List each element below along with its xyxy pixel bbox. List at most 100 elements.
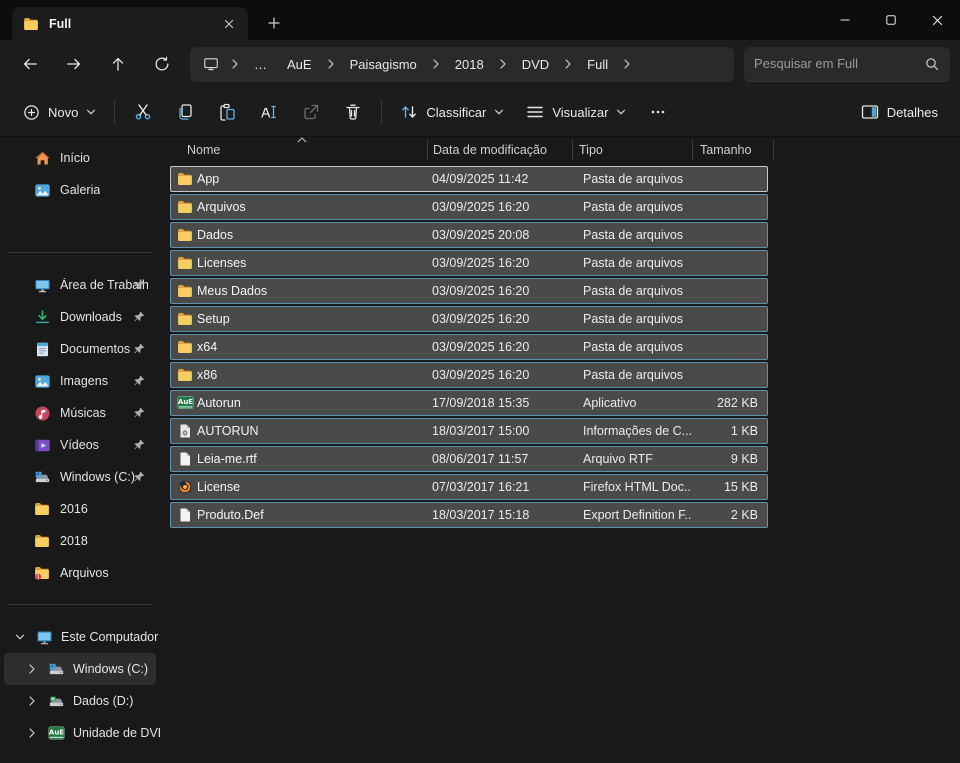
file-name: AUTORUN — [197, 424, 428, 438]
file-size: 9 KB — [692, 452, 767, 466]
drive-data-icon — [48, 693, 65, 710]
view-lines-icon — [525, 102, 545, 122]
new-button[interactable]: Novo — [12, 94, 107, 130]
file-row-arquivos[interactable]: Arquivos 03/09/2025 16:20 Pasta de arqui… — [170, 194, 768, 220]
sidebar-item-galeria[interactable]: Galeria — [3, 174, 157, 206]
file-row-autorun[interactable]: AUTORUN 18/03/2017 15:00 Informações de … — [170, 418, 768, 444]
pin-icon — [132, 374, 146, 388]
sidebar-item-videos[interactable]: Vídeos — [3, 429, 157, 461]
gallery-icon — [34, 182, 51, 199]
sidebar-item-downloads[interactable]: Downloads — [3, 301, 157, 333]
back-button[interactable] — [8, 46, 52, 82]
tree-chevron-icon[interactable] — [26, 727, 38, 739]
plus-icon — [267, 16, 281, 30]
copy-button[interactable] — [164, 94, 206, 130]
column-divider[interactable] — [692, 140, 693, 160]
column-divider[interactable] — [773, 140, 774, 160]
tree-chevron-icon[interactable] — [26, 663, 38, 675]
sidebar-item-musicas[interactable]: Músicas — [3, 397, 157, 429]
up-button[interactable] — [96, 46, 140, 82]
minimize-button[interactable] — [822, 0, 868, 40]
folder-icon — [177, 339, 193, 355]
file-row-x86[interactable]: x86 03/09/2025 16:20 Pasta de arquivos — [170, 362, 768, 388]
ellipsis-icon — [648, 102, 668, 122]
pin-icon — [132, 278, 146, 292]
pin-icon — [132, 310, 146, 324]
sidebar-item-2016[interactable]: 2016 — [3, 493, 157, 525]
file-name: Leia-me.rtf — [197, 452, 428, 466]
delete-button[interactable] — [332, 94, 374, 130]
pin-icon — [132, 342, 146, 356]
file-name: License — [197, 480, 428, 494]
tree-item-este-computador[interactable]: Este Computador — [4, 621, 156, 653]
tree-chevron-icon[interactable] — [14, 631, 26, 643]
sidebar-item-arquivos[interactable]: Arquivos — [3, 557, 157, 589]
tab-close-button[interactable] — [216, 12, 242, 36]
sidebar-item-2018[interactable]: 2018 — [3, 525, 157, 557]
pin-icon — [132, 470, 146, 484]
file-date: 17/09/2018 15:35 — [428, 396, 574, 410]
file-row-app[interactable]: App 04/09/2025 11:42 Pasta de arquivos — [170, 166, 768, 192]
column-header-data[interactable]: Data de modificação — [433, 143, 547, 157]
chevron-right-icon — [621, 58, 633, 70]
breadcrumb-ellipsis[interactable]: … — [244, 50, 277, 78]
close-button[interactable] — [914, 0, 960, 40]
file-row-produto-def[interactable]: Produto.Def 18/03/2017 15:18 Export Defi… — [170, 502, 768, 528]
column-divider[interactable] — [572, 140, 573, 160]
breadcrumb-this-pc[interactable] — [196, 50, 226, 78]
tree-chevron-icon[interactable] — [26, 695, 38, 707]
cut-button[interactable] — [122, 94, 164, 130]
tree-item-unidade-de-dvd[interactable]: AuE Unidade de DVD — [4, 717, 156, 749]
refresh-button[interactable] — [140, 46, 184, 82]
forward-button[interactable] — [52, 46, 96, 82]
file-row-x64[interactable]: x64 03/09/2025 16:20 Pasta de arquivos — [170, 334, 768, 360]
column-header-tipo[interactable]: Tipo — [579, 143, 603, 157]
aue-app-icon: AuE — [177, 395, 193, 411]
file-name: Setup — [197, 312, 428, 326]
file-row-autorun[interactable]: AuE Autorun 17/09/2018 15:35 Aplicativo … — [170, 390, 768, 416]
folder-icon — [177, 255, 193, 271]
sort-button[interactable]: Classificar — [389, 94, 515, 130]
inf-file-icon — [177, 423, 193, 439]
file-type: Export Definition F... — [574, 508, 692, 522]
sidebar-item-area-de-trabalh[interactable]: Área de Trabalh — [3, 269, 157, 301]
svg-text:AuE: AuE — [178, 398, 193, 406]
paste-button[interactable] — [206, 94, 248, 130]
rename-button[interactable] — [248, 94, 290, 130]
sidebar-item-inicio[interactable]: Início — [3, 142, 157, 174]
share-button[interactable] — [290, 94, 332, 130]
file-row-licenses[interactable]: Licenses 03/09/2025 16:20 Pasta de arqui… — [170, 250, 768, 276]
view-button[interactable]: Visualizar — [515, 94, 637, 130]
new-tab-button[interactable] — [258, 8, 290, 38]
column-header-tamanho[interactable]: Tamanho — [700, 143, 751, 157]
file-row-leia-me-rtf[interactable]: Leia-me.rtf 08/06/2017 11:57 Arquivo RTF… — [170, 446, 768, 472]
folder-icon — [177, 171, 193, 187]
folder-icon — [34, 533, 51, 550]
search-box[interactable] — [744, 47, 950, 82]
tree-item-dados-d[interactable]: Dados (D:) — [4, 685, 156, 717]
file-row-dados[interactable]: Dados 03/09/2025 20:08 Pasta de arquivos — [170, 222, 768, 248]
column-header-nome[interactable]: Nome — [187, 143, 220, 157]
sidebar-item-documentos[interactable]: Documentos — [3, 333, 157, 365]
sidebar-item-windows-c[interactable]: Windows (C:) — [3, 461, 157, 493]
file-row-license[interactable]: License 07/03/2017 16:21 Firefox HTML Do… — [170, 474, 768, 500]
sidebar-item-imagens[interactable]: Imagens — [3, 365, 157, 397]
more-options-button[interactable] — [637, 94, 679, 130]
explorer-tab[interactable]: Full — [12, 7, 248, 40]
videos-icon — [34, 437, 51, 454]
file-row-setup[interactable]: Setup 03/09/2025 16:20 Pasta de arquivos — [170, 306, 768, 332]
svg-text:AuE: AuE — [49, 728, 64, 736]
home-icon — [34, 150, 51, 167]
maximize-button[interactable] — [868, 0, 914, 40]
file-type: Aplicativo — [574, 396, 692, 410]
drive-win-icon — [48, 661, 65, 678]
maximize-icon — [885, 14, 897, 26]
column-divider[interactable] — [427, 140, 428, 160]
toolbar-divider — [114, 100, 115, 124]
main-area: Início Galeria Área de Trabalh Downloads… — [0, 137, 960, 763]
rename-icon — [259, 102, 279, 122]
search-input[interactable] — [754, 56, 918, 71]
details-pane-button[interactable]: Detalhes — [850, 94, 948, 130]
tree-item-windows-c[interactable]: Windows (C:) — [4, 653, 156, 685]
file-row-meus-dados[interactable]: Meus Dados 03/09/2025 16:20 Pasta de arq… — [170, 278, 768, 304]
